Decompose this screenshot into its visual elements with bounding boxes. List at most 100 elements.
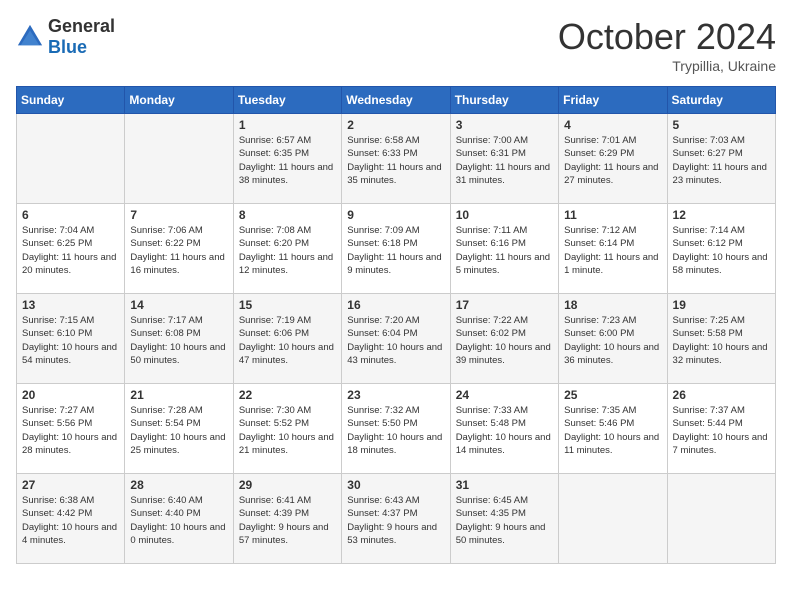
calendar-cell <box>125 114 233 204</box>
logo: General Blue <box>16 16 115 58</box>
calendar-cell: 14Sunrise: 7:17 AM Sunset: 6:08 PM Dayli… <box>125 294 233 384</box>
day-number: 13 <box>22 298 119 312</box>
day-number: 10 <box>456 208 553 222</box>
day-info: Sunrise: 7:23 AM Sunset: 6:00 PM Dayligh… <box>564 314 661 367</box>
day-number: 20 <box>22 388 119 402</box>
weekday-header-sunday: Sunday <box>17 87 125 114</box>
day-number: 29 <box>239 478 336 492</box>
calendar-cell: 20 Sunrise: 7:27 AM Sunset: 5:56 PM Dayli… <box>17 384 125 474</box>
calendar-cell: 17 Sunrise: 7:22 AM Sunset: 6:02 PM Dayli… <box>450 294 558 384</box>
day-number: 2 <box>347 118 444 132</box>
calendar-cell <box>667 474 775 564</box>
day-info: Sunrise: 6:45 AM Sunset: 4:35 PM Dayligh… <box>456 494 553 547</box>
calendar-cell: 6 Sunrise: 7:04 AM Sunset: 6:25 PM Daylig… <box>17 204 125 294</box>
day-info: Sunrise: 7:04 AM Sunset: 6:25 PM Dayligh… <box>22 224 119 277</box>
day-info: Sunrise: 7:35 AM Sunset: 5:46 PM Dayligh… <box>564 404 661 457</box>
calendar-cell: 15 Sunrise: 7:19 AM Sunset: 6:06 PM Dayli… <box>233 294 341 384</box>
day-info: Sunrise: 7:11 AM Sunset: 6:16 PM Dayligh… <box>456 224 553 277</box>
calendar-cell: 31Sunrise: 6:45 AM Sunset: 4:35 PM Dayli… <box>450 474 558 564</box>
calendar-cell: 16Sunrise: 7:20 AM Sunset: 6:04 PM Dayli… <box>342 294 450 384</box>
day-number: 28 <box>130 478 227 492</box>
day-info: Sunrise: 7:08 AM Sunset: 6:20 PM Dayligh… <box>239 224 336 277</box>
calendar-cell: 25 Sunrise: 7:35 AM Sunset: 5:46 PM Dayli… <box>559 384 667 474</box>
day-info: Sunrise: 7:32 AM Sunset: 5:50 PM Dayligh… <box>347 404 444 457</box>
day-number: 30 <box>347 478 444 492</box>
calendar-cell: 24 Sunrise: 7:33 AM Sunset: 5:48 PM Dayli… <box>450 384 558 474</box>
week-row-4: 20 Sunrise: 7:27 AM Sunset: 5:56 PM Dayli… <box>17 384 776 474</box>
day-number: 24 <box>456 388 553 402</box>
week-row-5: 27 Sunrise: 6:38 AM Sunset: 4:42 PM Dayli… <box>17 474 776 564</box>
weekday-header-tuesday: Tuesday <box>233 87 341 114</box>
weekday-header-wednesday: Wednesday <box>342 87 450 114</box>
day-info: Sunrise: 6:41 AM Sunset: 4:39 PM Dayligh… <box>239 494 336 547</box>
week-row-1: 1 Sunrise: 6:57 AM Sunset: 6:35 PM Daylig… <box>17 114 776 204</box>
logo-icon <box>16 23 44 51</box>
weekday-header-row: SundayMondayTuesdayWednesdayThursdayFrid… <box>17 87 776 114</box>
day-info: Sunrise: 7:03 AM Sunset: 6:27 PM Dayligh… <box>673 134 770 187</box>
day-number: 3 <box>456 118 553 132</box>
day-number: 1 <box>239 118 336 132</box>
day-number: 18 <box>564 298 661 312</box>
day-number: 23 <box>347 388 444 402</box>
day-number: 9 <box>347 208 444 222</box>
title-block: October 2024 Trypillia, Ukraine <box>558 16 776 74</box>
calendar-cell: 8Sunrise: 7:08 AM Sunset: 6:20 PM Daylig… <box>233 204 341 294</box>
day-info: Sunrise: 7:28 AM Sunset: 5:54 PM Dayligh… <box>130 404 227 457</box>
calendar-cell: 1 Sunrise: 6:57 AM Sunset: 6:35 PM Daylig… <box>233 114 341 204</box>
calendar-cell: 10 Sunrise: 7:11 AM Sunset: 6:16 PM Dayli… <box>450 204 558 294</box>
day-number: 27 <box>22 478 119 492</box>
calendar-cell: 11Sunrise: 7:12 AM Sunset: 6:14 PM Dayli… <box>559 204 667 294</box>
day-number: 25 <box>564 388 661 402</box>
calendar-cell <box>17 114 125 204</box>
day-number: 19 <box>673 298 770 312</box>
day-info: Sunrise: 6:58 AM Sunset: 6:33 PM Dayligh… <box>347 134 444 187</box>
calendar-cell: 22 Sunrise: 7:30 AM Sunset: 5:52 PM Dayli… <box>233 384 341 474</box>
calendar-cell: 4Sunrise: 7:01 AM Sunset: 6:29 PM Daylig… <box>559 114 667 204</box>
day-info: Sunrise: 7:33 AM Sunset: 5:48 PM Dayligh… <box>456 404 553 457</box>
day-number: 11 <box>564 208 661 222</box>
day-number: 16 <box>347 298 444 312</box>
day-info: Sunrise: 6:38 AM Sunset: 4:42 PM Dayligh… <box>22 494 119 547</box>
day-info: Sunrise: 7:01 AM Sunset: 6:29 PM Dayligh… <box>564 134 661 187</box>
day-number: 15 <box>239 298 336 312</box>
day-info: Sunrise: 7:15 AM Sunset: 6:10 PM Dayligh… <box>22 314 119 367</box>
day-info: Sunrise: 7:00 AM Sunset: 6:31 PM Dayligh… <box>456 134 553 187</box>
month-year-title: October 2024 <box>558 16 776 58</box>
calendar-cell: 19 Sunrise: 7:25 AM Sunset: 5:58 PM Dayli… <box>667 294 775 384</box>
calendar-cell: 9 Sunrise: 7:09 AM Sunset: 6:18 PM Daylig… <box>342 204 450 294</box>
weekday-header-saturday: Saturday <box>667 87 775 114</box>
day-info: Sunrise: 7:25 AM Sunset: 5:58 PM Dayligh… <box>673 314 770 367</box>
calendar-cell: 3 Sunrise: 7:00 AM Sunset: 6:31 PM Daylig… <box>450 114 558 204</box>
calendar-cell <box>559 474 667 564</box>
location-subtitle: Trypillia, Ukraine <box>558 58 776 74</box>
day-number: 7 <box>130 208 227 222</box>
day-info: Sunrise: 7:22 AM Sunset: 6:02 PM Dayligh… <box>456 314 553 367</box>
calendar-cell: 30 Sunrise: 6:43 AM Sunset: 4:37 PM Dayli… <box>342 474 450 564</box>
day-info: Sunrise: 7:30 AM Sunset: 5:52 PM Dayligh… <box>239 404 336 457</box>
day-number: 17 <box>456 298 553 312</box>
logo-general: General <box>48 16 115 36</box>
day-info: Sunrise: 7:06 AM Sunset: 6:22 PM Dayligh… <box>130 224 227 277</box>
day-number: 21 <box>130 388 227 402</box>
day-info: Sunrise: 7:17 AM Sunset: 6:08 PM Dayligh… <box>130 314 227 367</box>
day-info: Sunrise: 7:19 AM Sunset: 6:06 PM Dayligh… <box>239 314 336 367</box>
day-info: Sunrise: 6:57 AM Sunset: 6:35 PM Dayligh… <box>239 134 336 187</box>
week-row-3: 13 Sunrise: 7:15 AM Sunset: 6:10 PM Dayli… <box>17 294 776 384</box>
calendar-cell: 23 Sunrise: 7:32 AM Sunset: 5:50 PM Dayli… <box>342 384 450 474</box>
page-header: General Blue October 2024 Trypillia, Ukr… <box>16 16 776 74</box>
day-info: Sunrise: 7:09 AM Sunset: 6:18 PM Dayligh… <box>347 224 444 277</box>
day-number: 6 <box>22 208 119 222</box>
calendar-cell: 2 Sunrise: 6:58 AM Sunset: 6:33 PM Daylig… <box>342 114 450 204</box>
calendar-cell: 29 Sunrise: 6:41 AM Sunset: 4:39 PM Dayli… <box>233 474 341 564</box>
day-number: 26 <box>673 388 770 402</box>
calendar-cell: 27 Sunrise: 6:38 AM Sunset: 4:42 PM Dayli… <box>17 474 125 564</box>
day-info: Sunrise: 7:27 AM Sunset: 5:56 PM Dayligh… <box>22 404 119 457</box>
day-info: Sunrise: 6:43 AM Sunset: 4:37 PM Dayligh… <box>347 494 444 547</box>
weekday-header-monday: Monday <box>125 87 233 114</box>
calendar-cell: 26Sunrise: 7:37 AM Sunset: 5:44 PM Dayli… <box>667 384 775 474</box>
calendar-cell: 13 Sunrise: 7:15 AM Sunset: 6:10 PM Dayli… <box>17 294 125 384</box>
weekday-header-thursday: Thursday <box>450 87 558 114</box>
day-number: 22 <box>239 388 336 402</box>
calendar-table: SundayMondayTuesdayWednesdayThursdayFrid… <box>16 86 776 564</box>
week-row-2: 6 Sunrise: 7:04 AM Sunset: 6:25 PM Daylig… <box>17 204 776 294</box>
